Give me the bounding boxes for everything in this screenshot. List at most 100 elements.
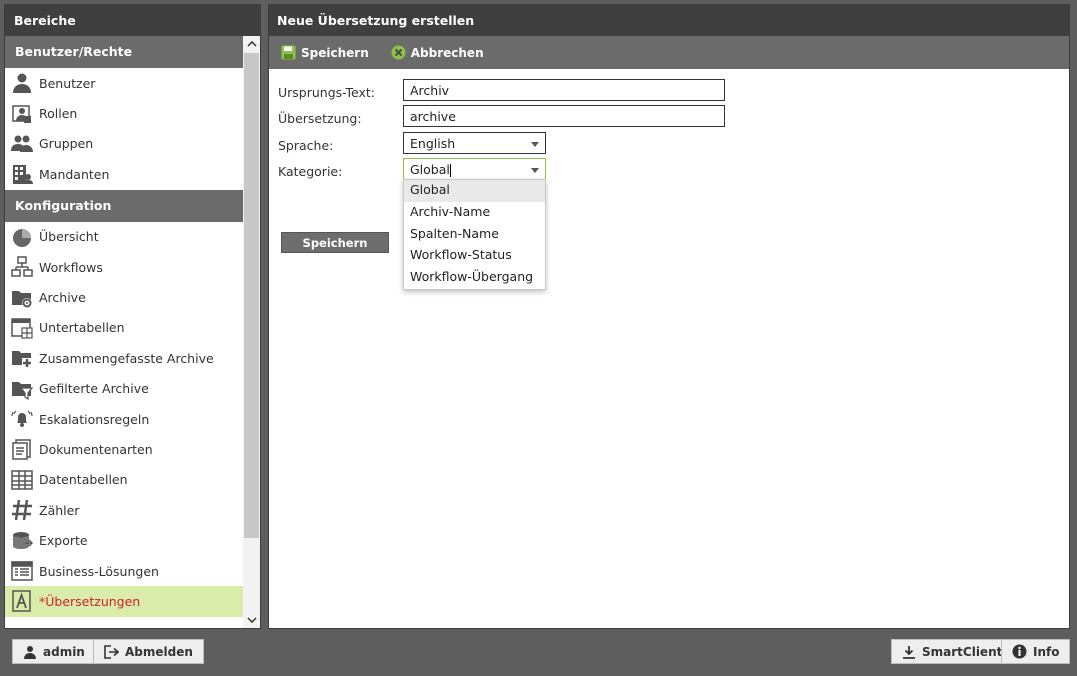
- nav-item-workflows[interactable]: Workflows: [5, 252, 243, 282]
- nav-item-label: Dokumentenarten: [39, 441, 153, 457]
- translation-editor-panel: Neue Übersetzung erstellen Speichern Abb…: [268, 4, 1070, 629]
- language-select-value: English: [410, 136, 456, 151]
- areas-panel: Bereiche Benutzer/Rechte Benutzer Rollen…: [4, 4, 261, 629]
- nav-item-mandanten[interactable]: Mandanten: [5, 159, 243, 189]
- category-select-value: Global: [410, 162, 450, 177]
- nav-item-label: Workflows: [39, 259, 103, 275]
- page-title: Neue Übersetzung erstellen: [269, 5, 1069, 36]
- user-icon: [10, 72, 34, 94]
- dropdown-option[interactable]: Workflow-Übergang: [404, 267, 545, 289]
- dropdown-option[interactable]: Archiv-Name: [404, 202, 545, 224]
- language-select[interactable]: English: [403, 132, 546, 154]
- cancel-icon: [391, 45, 406, 60]
- nav-item-untertabellen[interactable]: Untertabellen: [5, 313, 243, 343]
- nav-item-label: Zusammengefasste Archive: [39, 350, 214, 366]
- nav-item-gefilterte-archive[interactable]: Gefilterte Archive: [5, 374, 243, 404]
- smartclient-label: SmartClient: [922, 644, 1003, 659]
- smartclient-button[interactable]: SmartClient: [891, 639, 1014, 664]
- roles-icon: [10, 103, 34, 125]
- nav-item-label: Business-Lösungen: [39, 563, 159, 579]
- nav-item-label: Datentabellen: [39, 472, 128, 488]
- user-label: admin: [43, 644, 85, 659]
- info-icon: [1012, 644, 1027, 659]
- nav-item-label: *Übersetzungen: [39, 593, 141, 609]
- logout-button[interactable]: Abmelden: [93, 639, 204, 664]
- nav-item-label: Übersicht: [39, 229, 99, 245]
- toolbar-save-button[interactable]: Speichern: [281, 45, 369, 60]
- scroll-down-icon[interactable]: [243, 612, 260, 628]
- category-dropdown: Global Archiv-Name Spalten-Name Workflow…: [403, 179, 546, 290]
- nav-scrollbar[interactable]: [243, 36, 260, 628]
- areas-nav: Benutzer/Rechte Benutzer Rollen Gruppen …: [5, 36, 243, 628]
- nav-item-label: Mandanten: [39, 166, 110, 182]
- group-icon: [10, 133, 34, 155]
- logout-label: Abmelden: [125, 644, 193, 659]
- dropdown-option[interactable]: Workflow-Status: [404, 245, 545, 267]
- nav-item-business-loesungen[interactable]: Business-Lösungen: [5, 556, 243, 586]
- user-button[interactable]: admin: [12, 639, 96, 664]
- source-text-input[interactable]: [403, 79, 725, 101]
- toolbar-save-label: Speichern: [301, 45, 369, 60]
- subtable-icon: [10, 317, 34, 339]
- chevron-down-icon: [531, 142, 539, 147]
- nav-item-label: Archive: [39, 290, 86, 306]
- nav-item-label: Eskalationsregeln: [39, 411, 150, 427]
- nav-item-uebersetzungen[interactable]: *Übersetzungen: [5, 586, 243, 617]
- info-label: Info: [1033, 644, 1060, 659]
- info-button[interactable]: Info: [1001, 639, 1071, 664]
- export-icon: [10, 530, 34, 552]
- chevron-down-icon: [531, 168, 539, 173]
- nav-item-label: Benutzer: [39, 75, 96, 91]
- nav-item-label: Gefilterte Archive: [39, 381, 149, 397]
- nav-item-eskalationsregeln[interactable]: Eskalationsregeln: [5, 404, 243, 434]
- hash-icon: [10, 499, 34, 521]
- toolbar: Speichern Abbrechen: [269, 36, 1069, 69]
- save-icon: [281, 45, 296, 60]
- dropdown-option[interactable]: Spalten-Name: [404, 224, 545, 246]
- nav-item-label: Untertabellen: [39, 320, 125, 336]
- bell-icon: [10, 408, 34, 430]
- translation-label: Übersetzung:: [278, 111, 362, 126]
- section-header-users-rights[interactable]: Benutzer/Rechte: [5, 36, 243, 68]
- document-types-icon: [10, 438, 34, 461]
- logout-icon: [104, 644, 119, 659]
- toolbar-cancel-label: Abbrechen: [410, 45, 484, 60]
- nav-item-label: Exporte: [39, 533, 88, 549]
- toolbar-cancel-button[interactable]: Abbrechen: [391, 45, 484, 60]
- nav-item-gruppen[interactable]: Gruppen: [5, 129, 243, 159]
- language-label: Sprache:: [278, 138, 334, 153]
- category-select[interactable]: Global: [403, 158, 546, 180]
- table-icon: [10, 469, 34, 491]
- translation-icon: [10, 590, 34, 613]
- nav-item-exporte[interactable]: Exporte: [5, 525, 243, 555]
- folder-gear-icon: [10, 287, 34, 309]
- nav-item-zaehler[interactable]: Zähler: [5, 495, 243, 525]
- category-label: Kategorie:: [278, 164, 343, 179]
- pie-chart-icon: [10, 226, 34, 248]
- save-button[interactable]: Speichern: [281, 232, 389, 253]
- section-header-configuration[interactable]: Konfiguration: [5, 189, 243, 222]
- scroll-up-icon[interactable]: [243, 36, 260, 52]
- dropdown-option[interactable]: Global: [404, 180, 545, 202]
- scroll-thumb[interactable]: [244, 53, 259, 538]
- nav-item-label: Rollen: [39, 106, 78, 122]
- folder-plus-icon: [10, 347, 34, 369]
- text-cursor: [449, 164, 451, 177]
- nav-item-uebersicht[interactable]: Übersicht: [5, 222, 243, 252]
- source-text-label: Ursprungs-Text:: [278, 85, 376, 100]
- nav-item-archive[interactable]: Archive: [5, 282, 243, 312]
- user-icon: [24, 645, 36, 659]
- folder-filter-icon: [10, 378, 34, 400]
- nav-item-rollen[interactable]: Rollen: [5, 98, 243, 128]
- building-icon: [10, 163, 34, 185]
- nav-item-dokumentenarten[interactable]: Dokumentenarten: [5, 434, 243, 464]
- nav-item-label: Gruppen: [39, 136, 94, 152]
- translation-input[interactable]: [403, 105, 725, 127]
- download-icon: [903, 645, 915, 659]
- nav-item-zusammengefasste-archive[interactable]: Zusammengefasste Archive: [5, 343, 243, 373]
- nav-item-datentabellen[interactable]: Datentabellen: [5, 465, 243, 495]
- nav-item-label: Zähler: [39, 502, 80, 518]
- workflow-icon: [10, 256, 34, 278]
- nav-item-benutzer[interactable]: Benutzer: [5, 68, 243, 98]
- areas-panel-title: Bereiche: [5, 5, 260, 36]
